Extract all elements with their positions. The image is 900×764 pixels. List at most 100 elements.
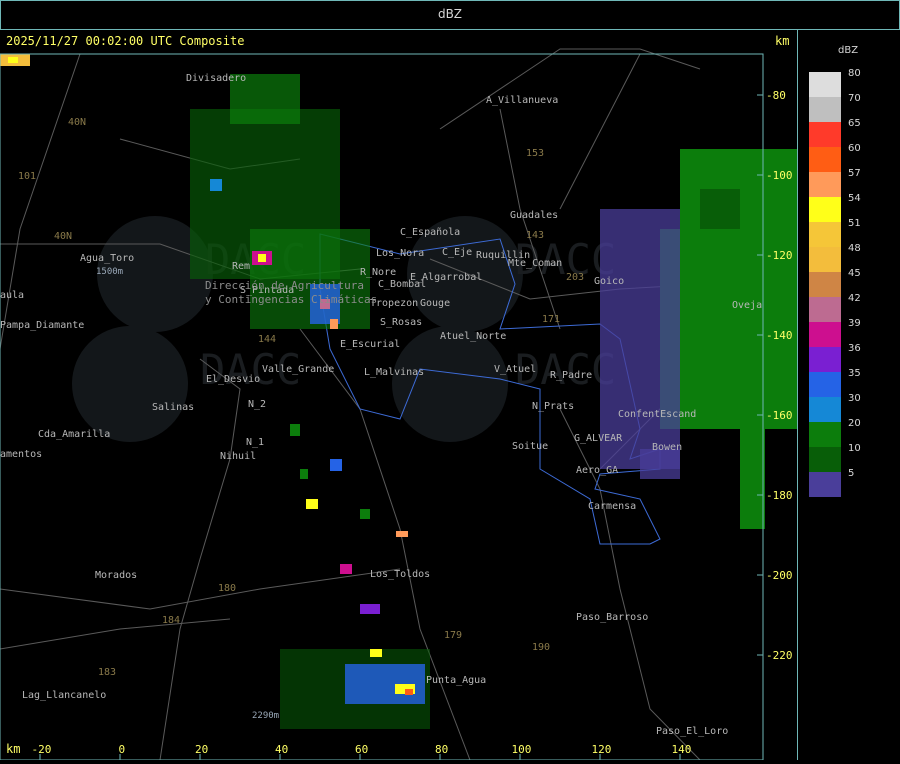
legend-swatch xyxy=(809,172,841,197)
place-label: Gouge xyxy=(420,298,450,309)
y-tick-label: -220 xyxy=(766,649,793,662)
place-label: V_Atuel xyxy=(494,364,536,375)
place-label: Los_Toldos xyxy=(370,569,430,580)
y-tick-label: -100 xyxy=(766,169,793,182)
place-label: Punta_Agua xyxy=(426,675,486,686)
x-tick-label: 0 xyxy=(119,743,126,756)
place-label: R_Nore xyxy=(360,267,396,278)
place-label: Carmensa xyxy=(588,501,636,512)
legend-label: 54 xyxy=(848,193,861,204)
x-tick-label: 100 xyxy=(512,743,532,756)
legend-label: 65 xyxy=(848,118,861,129)
place-label: Valle_Grande xyxy=(262,364,334,375)
place-label: L_Malvinas xyxy=(364,367,424,378)
legend-swatch xyxy=(809,247,841,272)
legend-label: 30 xyxy=(848,393,861,404)
route-label: 171 xyxy=(542,314,560,325)
route-label: 184 xyxy=(162,615,180,626)
y-axis-unit: km xyxy=(775,34,790,48)
place-label: A_Villanueva xyxy=(486,95,558,106)
legend-label: 39 xyxy=(848,318,861,329)
place-label: Bowen xyxy=(652,442,682,453)
legend-label: 35 xyxy=(848,368,861,379)
place-label: R_Padre xyxy=(550,370,592,381)
title-bar: dBZ xyxy=(0,0,900,30)
route-label: 183 xyxy=(98,667,116,678)
legend-label: 70 xyxy=(848,93,861,104)
route-label: 101 xyxy=(18,171,36,182)
place-label: Salinas xyxy=(152,402,194,413)
x-axis-ticks: -20 0 20 40 60 80 100 120 140 xyxy=(32,743,692,760)
place-label: C_Eje xyxy=(442,247,472,258)
place-label: aula xyxy=(0,290,24,301)
timestamp-label: 2025/11/27 00:02:00 UTC Composite xyxy=(6,34,245,48)
legend-label: 5 xyxy=(848,468,855,479)
y-tick-label: -200 xyxy=(766,569,793,582)
legend-label: 80 xyxy=(848,68,861,79)
place-label: Agua_Toro xyxy=(80,253,134,264)
legend-label: 51 xyxy=(848,218,861,229)
watermark-caption: y Contingencias Climáticas xyxy=(205,293,377,306)
legend-swatch xyxy=(809,297,841,322)
place-label: amentos xyxy=(0,449,42,460)
place-label: ConfentEscand xyxy=(618,409,696,420)
place-label: Tropezon xyxy=(370,298,418,309)
y-tick-label: -180 xyxy=(766,489,793,502)
route-label: 40N xyxy=(68,117,86,128)
place-label: Atuel_Norte xyxy=(440,331,506,342)
x-tick-label: -20 xyxy=(32,743,52,756)
legend-swatch xyxy=(809,422,841,447)
legend-swatch xyxy=(809,472,841,497)
legend-swatch xyxy=(809,372,841,397)
x-axis-unit: km xyxy=(6,742,21,756)
legend-label: 42 xyxy=(848,293,861,304)
elevation-label: 1500m xyxy=(96,267,123,277)
place-label: Pampa_Diamante xyxy=(0,320,84,331)
place-label: C_Bombal xyxy=(378,279,426,290)
legend-label: 48 xyxy=(848,243,861,254)
place-label: N_Prats xyxy=(532,401,574,412)
place-label: E_Escurial xyxy=(340,339,400,350)
legend-swatch xyxy=(809,397,841,422)
radar-map[interactable]: DACC DACC DACC DACC xyxy=(0,29,798,761)
legend-swatch xyxy=(809,222,841,247)
place-label: Goico xyxy=(594,276,624,287)
legend-swatch xyxy=(809,72,841,97)
place-label: N_1 xyxy=(246,437,264,448)
place-label: Lag_Llancanelo xyxy=(22,690,106,701)
route-label: 153 xyxy=(526,148,544,159)
legend-label: 45 xyxy=(848,268,861,279)
legend-label: 60 xyxy=(848,143,861,154)
legend-swatch xyxy=(809,322,841,347)
legend-swatch xyxy=(809,447,841,472)
legend-swatch xyxy=(809,97,841,122)
route-label: 143 xyxy=(526,230,544,241)
y-tick-label: -160 xyxy=(766,409,793,422)
x-tick-label: 140 xyxy=(672,743,692,756)
legend-swatch xyxy=(809,272,841,297)
elevation-label: 2290m xyxy=(252,711,279,721)
place-label: Nihuil xyxy=(220,451,256,462)
place-label: El_Desvio xyxy=(206,374,260,385)
legend-label: 10 xyxy=(848,443,861,454)
x-tick-label: 80 xyxy=(435,743,448,756)
place-label: S_Rosas xyxy=(380,317,422,328)
place-label: G_ALVEAR xyxy=(574,433,623,444)
legend-title: dBZ xyxy=(838,45,859,56)
place-label: Divisadero xyxy=(186,73,246,84)
watermark-caption: Dirección de Agricultura xyxy=(205,279,364,292)
place-label: Rem xyxy=(232,261,250,272)
place-label: N_2 xyxy=(248,399,266,410)
legend-label: 20 xyxy=(848,418,861,429)
place-label: C_Española xyxy=(400,227,460,238)
map-canvas: DACC DACC DACC DACC xyxy=(0,48,798,761)
place-label: Aero_GA xyxy=(576,465,618,476)
legend-swatch xyxy=(809,197,841,222)
x-tick-label: 20 xyxy=(195,743,208,756)
x-tick-label: 60 xyxy=(355,743,368,756)
route-label: 144 xyxy=(258,334,276,345)
x-tick-label: 120 xyxy=(592,743,612,756)
y-tick-label: -80 xyxy=(766,89,786,102)
place-label: Oveja xyxy=(732,300,762,311)
window-title: dBZ xyxy=(437,7,463,21)
